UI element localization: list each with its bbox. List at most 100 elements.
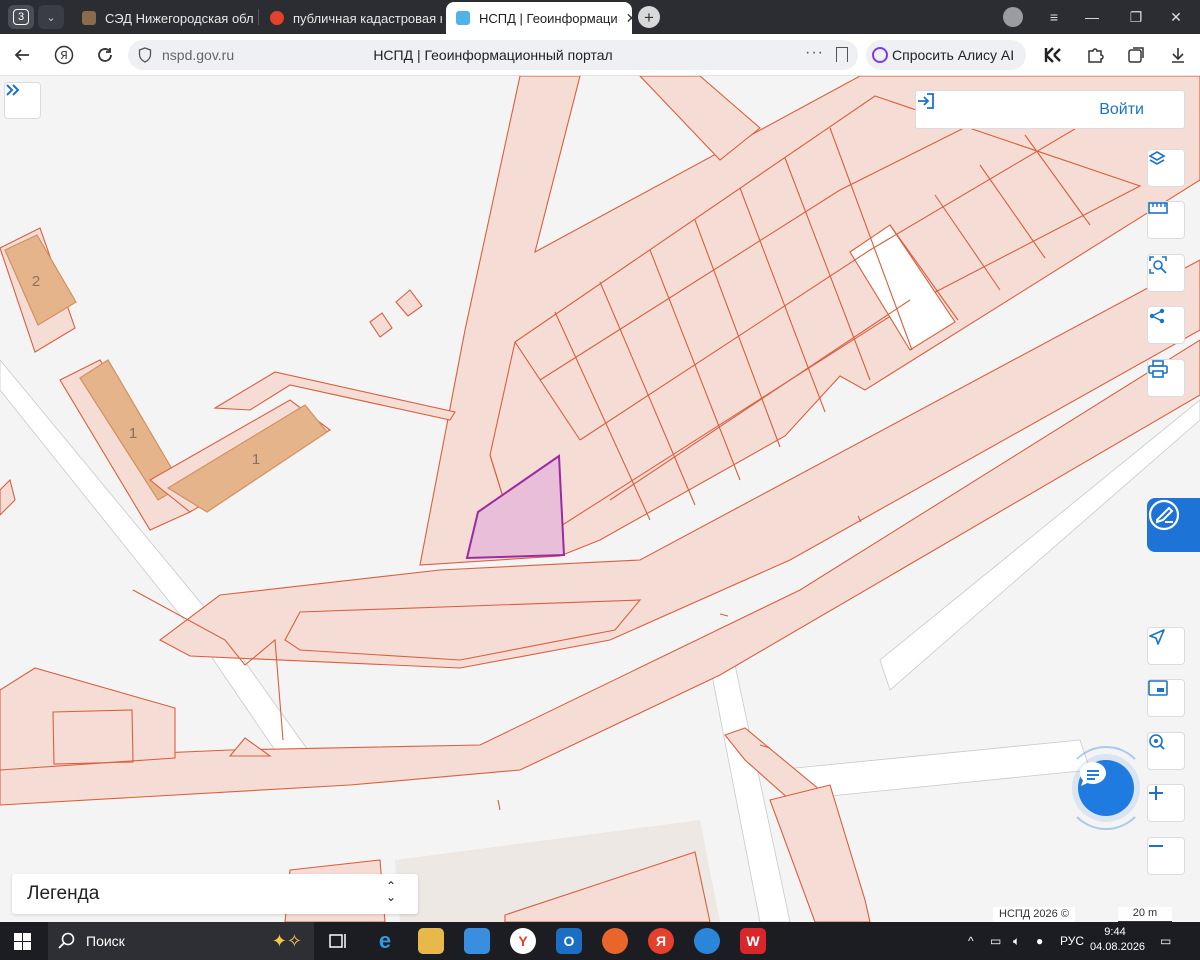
expand-panel-button[interactable] <box>4 82 41 119</box>
microphone-icon[interactable]: ● <box>1036 922 1043 960</box>
tab-nspd[interactable]: НСПД | Геоинформаци ✕ <box>446 2 632 34</box>
profile-avatar[interactable] <box>1003 7 1023 27</box>
windows-start-icon[interactable] <box>14 933 31 950</box>
login-button[interactable]: Войти <box>915 90 1185 129</box>
login-label: Войти <box>1099 101 1144 118</box>
restore-icon[interactable]: ❐ <box>1125 6 1147 28</box>
measure-button[interactable] <box>1147 201 1185 239</box>
parcel-tiny[interactable] <box>228 737 272 757</box>
minimap-icon <box>1148 680 1168 696</box>
task-view-icon[interactable] <box>324 928 350 954</box>
yandex-browser-icon[interactable]: Y <box>510 928 536 954</box>
notifications-icon[interactable]: ▭ <box>1160 922 1171 960</box>
parcel-edge[interactable] <box>0 478 16 516</box>
search-location-button[interactable] <box>1147 732 1185 770</box>
taskbar-search[interactable]: Поиск ✦✧ <box>48 922 314 960</box>
wps-office-icon[interactable]: W <box>740 928 766 954</box>
double-chevron-right-icon <box>6 84 20 96</box>
extension-k-icon[interactable] <box>1043 45 1063 65</box>
page-title: НСПД | Геоинформационный портал <box>373 47 613 63</box>
zoom-out-button[interactable] <box>1147 837 1185 875</box>
network-icon[interactable]: ▭ <box>990 922 1001 960</box>
store-icon[interactable] <box>464 928 490 954</box>
legend-label: Легенда <box>27 883 100 904</box>
yandex-icon[interactable]: Я <box>648 928 674 954</box>
yandex-icon <box>270 11 284 25</box>
messenger-icon[interactable] <box>694 928 720 954</box>
menu-icon[interactable]: ≡ <box>1043 6 1065 28</box>
browser-navbar: Я nspd.gov.ru НСПД | Геоинформационный п… <box>0 34 1200 76</box>
zoom-in-button[interactable] <box>1147 784 1185 822</box>
tab-cadastral[interactable]: публичная кадастровая к <box>260 4 442 32</box>
map-scale: 20 m <box>1118 907 1172 922</box>
download-icon[interactable] <box>1168 45 1188 65</box>
expand-collapse-icon: ⌃ ⌄ <box>385 879 396 904</box>
print-button[interactable] <box>1147 359 1185 397</box>
road-white <box>709 664 791 922</box>
file-explorer-icon[interactable] <box>418 928 444 954</box>
chat-bubble-icon <box>1080 762 1106 786</box>
ask-alice-button[interactable]: Спросить Алису AI <box>866 40 1026 70</box>
printer-icon <box>1148 360 1168 378</box>
address-bar[interactable]: nspd.gov.ru НСПД | Геоинформационный пор… <box>128 40 858 70</box>
tab-separator <box>258 9 259 25</box>
minus-icon <box>1149 845 1163 847</box>
more-dots-icon[interactable]: ··· <box>805 44 824 62</box>
chevron-down-icon[interactable]: ⌄ <box>38 5 64 29</box>
area-search-icon <box>1149 256 1167 274</box>
reload-icon[interactable] <box>93 43 117 67</box>
share-icon <box>1149 308 1165 324</box>
back-arrow-icon[interactable] <box>10 43 34 67</box>
outlook-icon[interactable]: O <box>556 928 582 954</box>
clock-time: 9:44 <box>1104 926 1126 938</box>
nspd-favicon-icon <box>456 11 470 25</box>
minimize-icon[interactable]: — <box>1081 6 1103 28</box>
search-icon <box>58 932 75 949</box>
geolocation-button[interactable] <box>1147 627 1185 665</box>
taskbar-clock[interactable]: 9:44 04.08.2026 <box>1090 925 1146 955</box>
map-canvas[interactable]: .p { fill: #f5ddd5; stroke: #d9603f; str… <box>0 76 1200 922</box>
firefox-icon[interactable] <box>602 928 628 954</box>
close-window-icon[interactable]: ✕ <box>1165 6 1187 28</box>
share-button[interactable] <box>1147 306 1185 344</box>
map-copyright: НСПД 2026 © <box>993 907 1075 922</box>
building-label: 1 <box>129 425 137 442</box>
area-search-button[interactable] <box>1147 254 1185 292</box>
feedback-button[interactable] <box>1147 498 1200 552</box>
yandex-logo-icon[interactable]: Я <box>52 43 76 67</box>
alice-icon <box>872 47 888 63</box>
plus-icon <box>1149 786 1163 800</box>
internet-explorer-icon[interactable]: e <box>372 928 398 954</box>
new-tab-button[interactable]: + <box>638 6 660 28</box>
language-indicator[interactable]: РУС <box>1060 922 1084 960</box>
tab-counter-button[interactable]: 3 <box>8 5 34 29</box>
sparkle-icon: ✦✧ <box>271 930 302 951</box>
search-label: Поиск <box>86 933 125 949</box>
collections-icon[interactable] <box>1126 45 1146 65</box>
tray-chevron-icon[interactable]: ^ <box>968 922 974 960</box>
parcel-bottom-left[interactable] <box>0 667 176 771</box>
chat-button[interactable] <box>1078 760 1134 816</box>
close-icon[interactable]: ✕ <box>626 10 632 27</box>
tab-counter-value: 3 <box>13 9 29 25</box>
cadastral-map-layer[interactable]: .p { fill: #f5ddd5; stroke: #d9603f; str… <box>0 76 1200 922</box>
legend-panel[interactable]: Легенда ⌃ ⌄ <box>12 874 418 914</box>
building-label: 1 <box>252 451 260 468</box>
tab-sed[interactable]: СЭД Нижегородская обл <box>72 4 254 32</box>
svg-text:Я: Я <box>60 49 68 62</box>
parcel-thin[interactable] <box>213 371 456 421</box>
windows-taskbar: Поиск ✦✧ e Y O Я W ^ ▭ 🔈︎ ● РУС 9:44 04.… <box>0 922 1200 960</box>
location-search-icon <box>1149 734 1165 750</box>
tab-label: публичная кадастровая к <box>293 10 442 26</box>
emblem-icon <box>82 11 96 25</box>
clock-date: 04.08.2026 <box>1090 941 1146 953</box>
volume-icon[interactable]: 🔈︎ <box>1013 922 1020 960</box>
ruler-icon <box>1148 202 1168 214</box>
parcel-tiny[interactable] <box>369 289 423 338</box>
layers-button[interactable] <box>1147 149 1185 187</box>
feedback-icon <box>1148 499 1180 531</box>
layers-icon <box>1148 151 1166 165</box>
minimap-button[interactable] <box>1147 679 1185 717</box>
bookmark-icon[interactable] <box>836 47 848 62</box>
extensions-puzzle-icon[interactable] <box>1085 45 1105 65</box>
